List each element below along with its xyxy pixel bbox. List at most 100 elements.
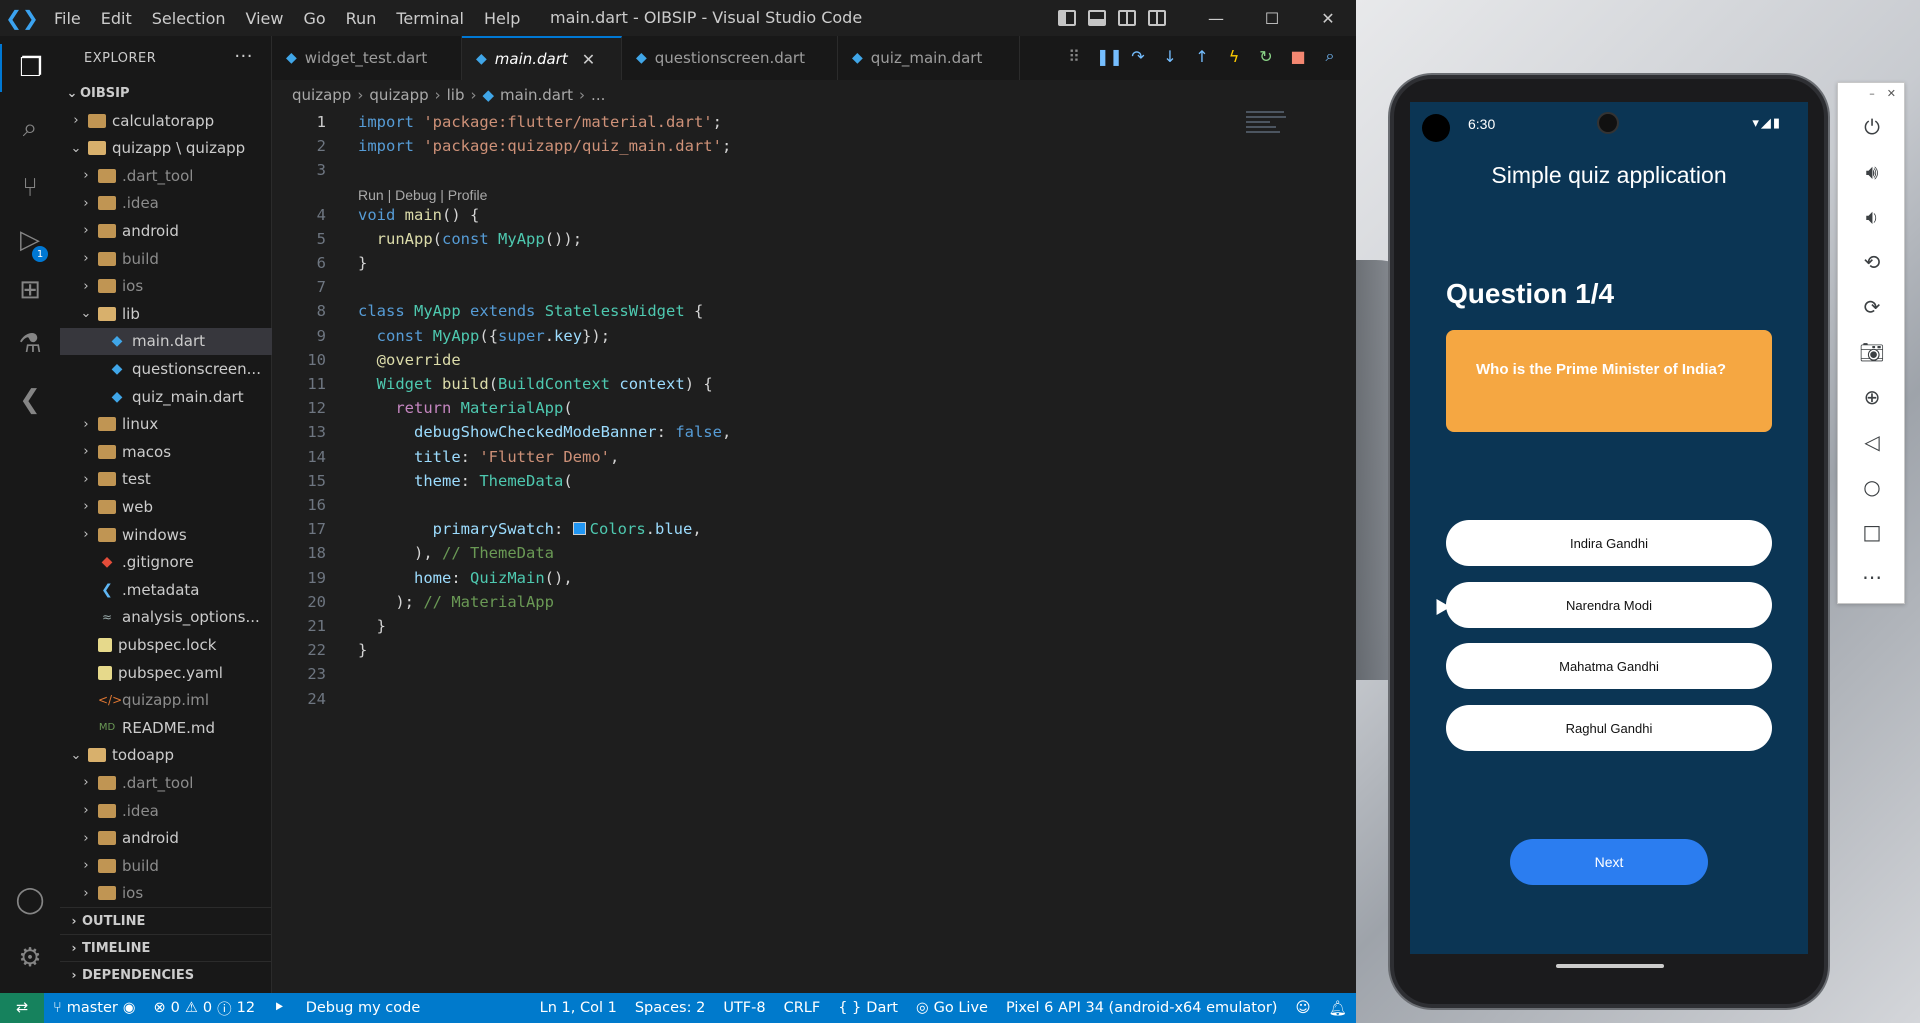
testing-icon[interactable]: ⚗	[0, 320, 60, 368]
tree-item[interactable]: › windows	[60, 521, 272, 548]
cursor-position[interactable]: Ln 1, Col 1	[531, 1000, 626, 1016]
tree-item[interactable]: ◆ questionscreen...	[60, 355, 272, 382]
problems-indicator[interactable]: ⊗ 0 ⚠ 0 ⓘ 12	[145, 998, 265, 1019]
answer-option-4[interactable]: Raghul Gandhi	[1446, 705, 1772, 751]
menu-selection[interactable]: Selection	[142, 9, 236, 28]
step-into-icon[interactable]: ↓	[1160, 47, 1180, 66]
tab-widget-test[interactable]: ◆ widget_test.dart	[272, 36, 462, 80]
minimap[interactable]	[1246, 108, 1290, 152]
tree-item[interactable]: › build	[60, 245, 272, 272]
answer-option-1[interactable]: Indira Gandhi	[1446, 520, 1772, 566]
tree-item[interactable]: › .dart_tool	[60, 162, 272, 189]
tab-main-dart[interactable]: ◆ main.dart ✕	[462, 36, 622, 80]
tree-item[interactable]: ◆ quiz_main.dart	[60, 383, 272, 410]
tree-item[interactable]: › .idea	[60, 190, 272, 217]
menu-view[interactable]: View	[236, 9, 294, 28]
back-icon[interactable]: ◁	[1838, 422, 1906, 462]
tree-item[interactable]: › calculatorapp	[60, 107, 272, 134]
tree-item[interactable]: ◆ main.dart	[60, 327, 272, 355]
tree-item[interactable]: pubspec.lock	[60, 631, 272, 658]
flutter-icon[interactable]: ❮	[0, 376, 60, 424]
tree-item[interactable]: › android	[60, 825, 272, 852]
hot-reload-icon[interactable]: ϟ	[1224, 47, 1244, 66]
breadcrumb-item[interactable]: ...	[591, 86, 605, 104]
breadcrumb-item[interactable]: quizapp	[369, 86, 428, 104]
drag-handle-icon[interactable]: ⠿	[1064, 47, 1084, 66]
tree-item[interactable]: › web	[60, 493, 272, 520]
pause-icon[interactable]: ❚❚	[1096, 47, 1123, 66]
codelens-run-debug-profile[interactable]: Run | Debug | Profile	[358, 185, 487, 205]
rotate-right-icon[interactable]: ⟳	[1838, 287, 1906, 327]
tree-item[interactable]: pubspec.yaml	[60, 659, 272, 686]
settings-gear-icon[interactable]: ⚙	[0, 934, 60, 982]
next-button[interactable]: Next	[1510, 839, 1708, 885]
indentation[interactable]: Spaces: 2	[626, 1000, 714, 1016]
tree-item[interactable]: › android	[60, 217, 272, 244]
toggle-primary-sidebar-icon[interactable]	[1058, 10, 1076, 26]
tab-quiz-main[interactable]: ◆ quiz_main.dart	[838, 36, 1020, 80]
line-endings[interactable]: CRLF	[775, 1000, 830, 1016]
device-selector[interactable]: Pixel 6 API 34 (android-x64 emulator)	[997, 1000, 1286, 1016]
tree-item[interactable]: ⌄ quizapp \ quizapp	[60, 135, 272, 162]
timeline-section[interactable]: › TIMELINE	[60, 934, 272, 961]
breadcrumb-item[interactable]: quizapp	[292, 86, 351, 104]
minimize-icon[interactable]: –	[1869, 87, 1875, 105]
tree-item[interactable]: ≈ analysis_options...	[60, 604, 272, 631]
answer-option-3[interactable]: Mahatma Gandhi	[1446, 643, 1772, 689]
tree-item[interactable]: ❮ .metadata	[60, 576, 272, 603]
close-button[interactable]: ✕	[1300, 0, 1356, 36]
maximize-button[interactable]: ☐	[1244, 0, 1300, 36]
zoom-icon[interactable]: ⊕	[1838, 377, 1906, 417]
tree-item[interactable]: MD README.md	[60, 714, 272, 741]
tree-item[interactable]: › build	[60, 852, 272, 879]
toggle-panel-icon[interactable]	[1088, 10, 1106, 26]
minimize-button[interactable]: —	[1188, 0, 1244, 36]
tree-item[interactable]: ⌄ lib	[60, 300, 272, 327]
accounts-icon[interactable]: ◯	[0, 876, 60, 924]
encoding[interactable]: UTF-8	[714, 1000, 774, 1016]
rotate-left-icon[interactable]: ⟲	[1838, 242, 1906, 282]
notifications-bell-icon[interactable]: 🔔︎	[1320, 1000, 1356, 1017]
tree-item[interactable]: › ios	[60, 880, 272, 907]
devtools-icon[interactable]: ⌕	[1320, 46, 1340, 66]
menu-go[interactable]: Go	[293, 9, 335, 28]
tab-questionscreen[interactable]: ◆ questionscreen.dart	[622, 36, 838, 80]
outline-section[interactable]: › OUTLINE	[60, 907, 272, 934]
overview-icon[interactable]: □	[1838, 512, 1906, 552]
volume-down-icon[interactable]: 🔉︎	[1838, 197, 1906, 237]
branch-indicator[interactable]: ⑂ master ◉	[44, 1000, 145, 1016]
menu-edit[interactable]: Edit	[91, 9, 142, 28]
source-control-icon[interactable]: ⑂	[0, 164, 60, 212]
search-icon[interactable]: ⌕	[0, 104, 60, 152]
menu-file[interactable]: File	[44, 9, 91, 28]
workspace-root[interactable]: ⌄ OIBSIP	[60, 80, 272, 107]
breadcrumb-item[interactable]: lib	[447, 86, 465, 104]
customize-layout-icon[interactable]	[1148, 10, 1166, 26]
stop-icon[interactable]: ■	[1288, 47, 1308, 66]
run-debug-icon[interactable]: ▷ 1	[0, 216, 60, 264]
tree-item[interactable]: › test	[60, 466, 272, 493]
close-tab-icon[interactable]: ✕	[582, 50, 595, 69]
menu-help[interactable]: Help	[474, 9, 530, 28]
gesture-home-bar[interactable]	[1556, 964, 1664, 968]
extensions-icon[interactable]: ⊞	[0, 266, 60, 314]
home-icon[interactable]: ○	[1838, 467, 1906, 507]
tree-item[interactable]: › .idea	[60, 797, 272, 824]
remote-icon[interactable]: ⇄	[0, 993, 44, 1023]
tree-item[interactable]: ⌄ todoapp	[60, 742, 272, 769]
feedback-icon[interactable]: ☺	[1286, 1000, 1319, 1016]
explorer-icon[interactable]: ❐	[0, 44, 60, 92]
debug-session[interactable]: ⯈ Debug my code	[264, 1000, 429, 1016]
tree-item[interactable]: › macos	[60, 438, 272, 465]
volume-up-icon[interactable]: 🔊︎	[1838, 152, 1906, 192]
tree-item[interactable]: › .dart_tool	[60, 769, 272, 796]
language-mode[interactable]: { } Dart	[829, 1000, 907, 1016]
go-live[interactable]: ◎ Go Live	[907, 1000, 997, 1016]
menu-run[interactable]: Run	[336, 9, 387, 28]
power-icon[interactable]: ⏻	[1838, 107, 1906, 147]
toggle-secondary-sidebar-icon[interactable]	[1118, 10, 1136, 26]
restart-icon[interactable]: ↻	[1256, 47, 1276, 66]
tree-item[interactable]: </> quizapp.iml	[60, 687, 272, 714]
more-actions-icon[interactable]: ···	[234, 46, 253, 67]
tree-item[interactable]: › linux	[60, 411, 272, 438]
